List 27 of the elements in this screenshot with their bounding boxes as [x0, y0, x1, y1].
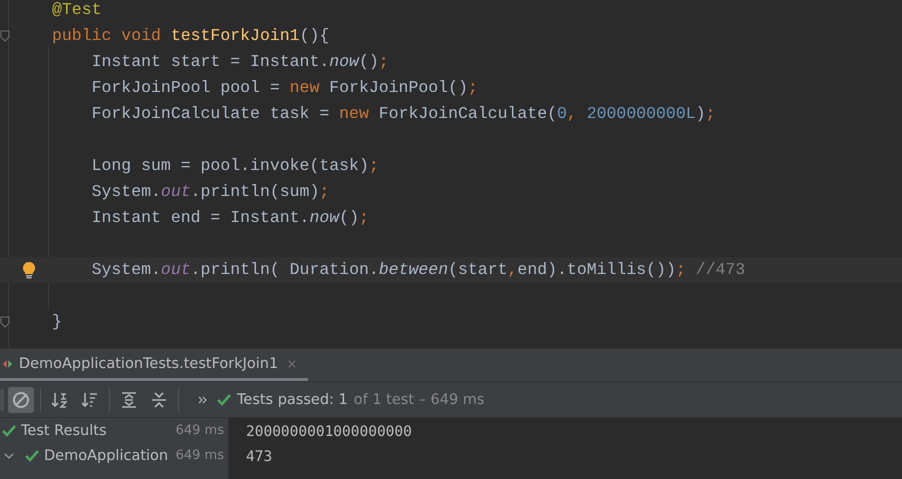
test-name: Test Results: [21, 422, 108, 438]
code-line: Instant end = Instant.now();: [90, 207, 370, 229]
code-line: public void testForkJoin1(){: [52, 25, 330, 47]
code-line: System.out.println(sum);: [90, 181, 330, 203]
test-summary: of 1 test – 649 ms: [354, 392, 484, 408]
test-duration: 649 ms: [176, 448, 224, 463]
run-config-icon: [2, 358, 13, 370]
code-line: Long sum = pool.invoke(task);: [90, 155, 380, 177]
console-output-line: 473: [246, 448, 274, 467]
chevron-icon[interactable]: [4, 450, 14, 460]
test-duration: 649 ms: [176, 423, 224, 438]
code-line: ForkJoinPool pool = new ForkJoinPool();: [90, 77, 479, 99]
test-name: DemoApplication: [44, 448, 170, 464]
test-tree-item[interactable]: DemoApplication 649 ms: [0, 443, 228, 468]
tests-passed-label: Tests passed: 1: [237, 392, 348, 408]
fold-marker-icon[interactable]: [0, 316, 10, 328]
code-line: Instant start = Instant.now();: [90, 51, 390, 73]
lightbulb-icon[interactable]: [21, 261, 37, 279]
run-tab[interactable]: DemoApplicationTests.testForkJoin1: [0, 349, 308, 381]
console-output-line: 2000000001000000000: [246, 423, 413, 442]
test-tree-item[interactable]: Test Results 649 ms: [0, 418, 228, 443]
fold-marker-icon[interactable]: [0, 30, 10, 42]
tab-title: DemoApplicationTests.testForkJoin1: [18, 356, 278, 372]
cancel-icon[interactable]: [8, 386, 34, 412]
code-line: ForkJoinCalculate task = new ForkJoinCalculate(0, 2000000000L);: [90, 103, 716, 125]
code-line: }: [52, 311, 63, 333]
code-line: @Test: [52, 0, 103, 21]
